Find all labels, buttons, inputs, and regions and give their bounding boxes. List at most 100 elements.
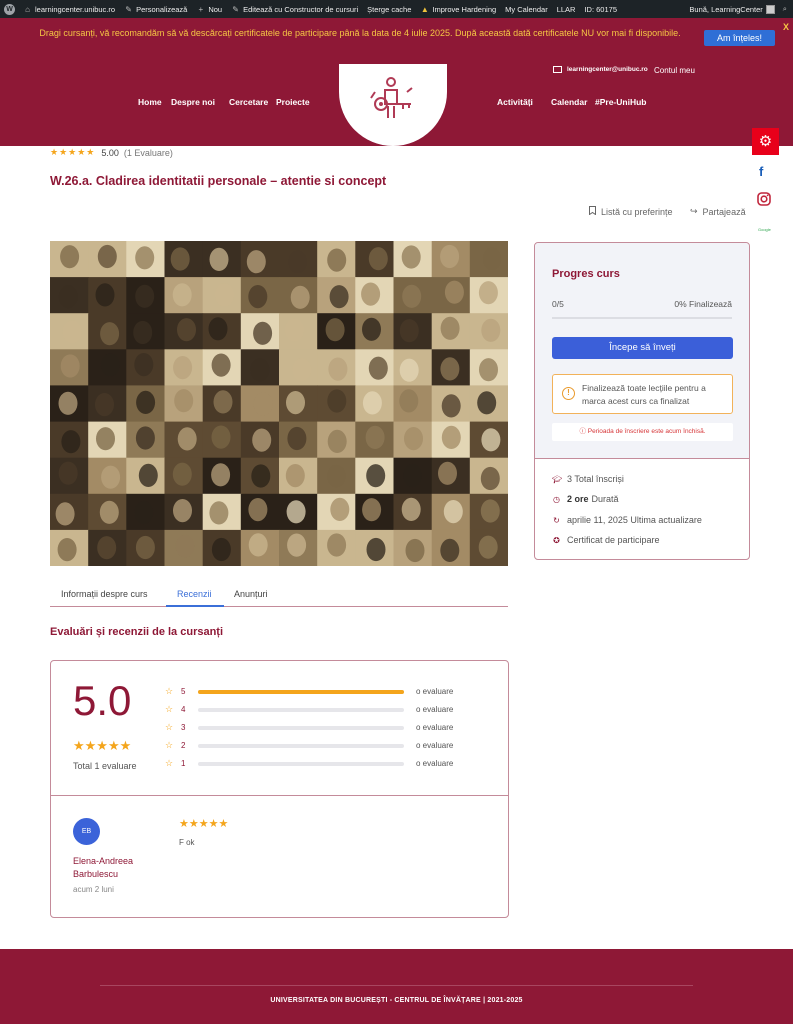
site-footer: UNIVERSITATEA DIN BUCUREȘTI - CENTRUL DE… — [0, 949, 793, 1024]
rating-star-number: 1 — [181, 759, 186, 768]
nav-projects[interactable]: Proiecte — [276, 97, 310, 107]
progress-title: Progres curs — [552, 268, 620, 280]
average-score: 5.0 — [73, 677, 132, 724]
start-learning-button[interactable]: Începe să înveți — [552, 337, 733, 359]
star-outline-icon: ☆ — [165, 704, 174, 714]
logo-key-person-icon — [370, 77, 413, 118]
admin-new-link[interactable]: + Nou — [196, 4, 223, 14]
admin-bar: W ⌂ learningcenter.unibuc.ro ✎ Personalize… — [0, 0, 793, 18]
progress-percent: 0% Finalizează — [674, 299, 732, 309]
notice-text: Dragi cursanți, vă recomandăm să vă desc… — [39, 28, 681, 38]
rating-count-label: o evaluare — [416, 705, 454, 714]
review-text: F ok — [179, 838, 195, 847]
rating-count-label: o evaluare — [416, 741, 454, 750]
course-rating: ★★★★★ 5.00 (1 Evaluare) — [50, 147, 173, 158]
bookmark-icon — [589, 206, 596, 217]
star-outline-icon: ☆ — [165, 758, 174, 768]
home-icon: ⌂ — [25, 4, 30, 14]
meta-duration: ◷ 2 ore Durată — [553, 494, 619, 504]
rating-star-number: 4 — [181, 705, 186, 714]
graduation-cap-icon: 🎓︎ — [552, 474, 563, 484]
tab-announcements[interactable]: Anunțuri — [234, 589, 268, 599]
clock-icon: ◷ — [553, 494, 560, 504]
facebook-icon[interactable]: f — [759, 164, 763, 179]
completion-info: ! Finalizează toate lecțiile pentru a ma… — [552, 374, 733, 414]
info-icon: ! — [562, 387, 575, 400]
share-button[interactable]: ↪ Partajează — [690, 206, 746, 217]
average-stars: ★★★★★ — [73, 738, 132, 753]
mail-icon — [553, 66, 562, 73]
course-cover-image — [50, 241, 508, 566]
progress-bar — [552, 317, 732, 319]
rating-row-2: ☆ 2 o evaluare — [165, 740, 495, 751]
star-outline-icon: ☆ — [165, 686, 174, 696]
nav-calendar[interactable]: Calendar — [551, 97, 587, 107]
active-tab-indicator — [166, 605, 224, 607]
plus-icon: + — [198, 4, 204, 14]
rating-bar — [198, 744, 404, 748]
rating-bar — [198, 762, 404, 766]
rating-row-1: ☆ 1 o evaluare — [165, 758, 495, 769]
course-title: W.26.a. Cladirea identitatii personale –… — [50, 174, 387, 188]
brush-icon: ✎ — [125, 4, 132, 14]
notice-accept-button[interactable]: Am înțeles! — [704, 30, 775, 46]
avatar: EB — [73, 818, 100, 845]
footer-copyright: UNIVERSITATEA DIN BUCUREȘTI - CENTRUL DE… — [270, 997, 523, 1004]
progress-card-top: Progres curs 0/5 0% Finalizează Începe s… — [535, 243, 749, 459]
notice-close-button[interactable]: X — [783, 22, 789, 32]
header-email-link[interactable]: learningcenter@unibuc.ro — [553, 66, 648, 73]
rating-row-3: ☆ 3 o evaluare — [165, 722, 495, 733]
rating-count-label: o evaluare — [416, 687, 454, 696]
pencil-icon: ✎ — [232, 4, 239, 14]
admin-calendar-link[interactable]: My Calendar — [505, 5, 548, 14]
nav-research[interactable]: Cercetare — [229, 97, 268, 107]
tab-reviews[interactable]: Recenzii — [177, 589, 212, 599]
tab-course-info[interactable]: Informații despre curs — [61, 589, 148, 599]
total-reviews: Total 1 evaluare — [73, 761, 137, 771]
wishlist-button[interactable]: Listă cu preferințe — [589, 206, 673, 217]
admin-page-id[interactable]: ID: 60175 — [584, 5, 617, 14]
reviewer-name: Elena-Andreea Barbulescu — [73, 856, 134, 879]
admin-cache-link[interactable]: Șterge cache — [367, 5, 411, 14]
settings-gear-icon[interactable]: ⚙ — [752, 128, 779, 155]
star-outline-icon: ☆ — [165, 740, 174, 750]
rating-star-number: 2 — [181, 741, 186, 750]
meta-updated: ↻ aprilie 11, 2025 Ultima actualizare — [553, 515, 702, 525]
rating-count-label: o evaluare — [416, 759, 454, 768]
review-stars: ★★★★★ — [179, 818, 229, 830]
star-outline-icon: ☆ — [165, 722, 174, 732]
rating-count-label: o evaluare — [416, 723, 454, 732]
reviews-panel: 5.0 ★★★★★ Total 1 evaluare ☆ 5 o evaluare ☆… — [50, 660, 509, 918]
admin-account[interactable]: Bună, LearningCenter ⌕ — [689, 0, 787, 18]
search-icon[interactable]: ⌕ — [783, 4, 787, 14]
account-link[interactable]: Contul meu — [654, 66, 695, 75]
course-tabs: Informații despre curs Recenzii Anunțuri — [50, 585, 508, 607]
refresh-icon: ↻ — [553, 515, 560, 525]
nav-home[interactable]: Home — [138, 97, 162, 107]
admin-builder-link[interactable]: ✎ Editează cu Constructor de cursuri — [231, 5, 358, 14]
instagram-icon[interactable] — [757, 192, 771, 209]
rating-bar — [198, 726, 404, 730]
divider — [100, 985, 693, 986]
nav-activities[interactable]: Activități — [497, 97, 533, 107]
enrollment-closed-notice: ⓘ Perioada de înscriere este acum închis… — [552, 423, 733, 441]
meta-enrolled: 🎓︎ 3 Total înscriși — [552, 474, 624, 484]
admin-hardening-link[interactable]: ▲ Improve Hardening — [420, 5, 496, 14]
admin-site-link[interactable]: ⌂ learningcenter.unibuc.ro — [23, 5, 115, 14]
rating-bar — [198, 690, 404, 694]
reviews-section-title: Evaluări și recenzii de la cursanți — [50, 626, 224, 638]
rating-row-5: ☆ 5 o evaluare — [165, 686, 495, 697]
rating-stars: ★★★★★ — [50, 147, 96, 157]
google-icon[interactable]: Google — [758, 227, 771, 232]
nav-about[interactable]: Despre noi — [171, 97, 215, 107]
meta-certificate: ✪ Certificat de participare — [553, 535, 660, 545]
divider — [51, 795, 508, 796]
nav-preunihub[interactable]: #Pre-UniHub — [595, 97, 646, 107]
admin-customize-link[interactable]: ✎ Personalizează — [124, 5, 187, 14]
warning-icon: ▲ — [420, 4, 429, 14]
wordpress-icon[interactable]: W — [4, 3, 15, 15]
rating-star-number: 3 — [181, 723, 186, 732]
progress-count: 0/5 — [552, 299, 564, 309]
admin-llar-link[interactable]: LLAR — [557, 5, 576, 14]
rating-bar — [198, 708, 404, 712]
